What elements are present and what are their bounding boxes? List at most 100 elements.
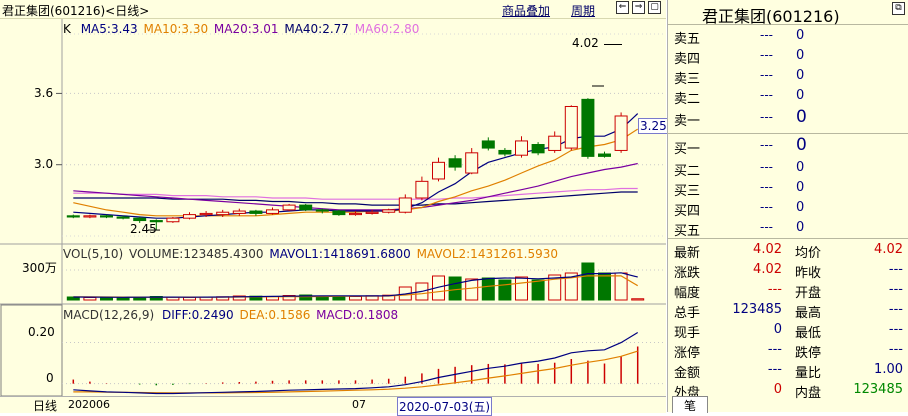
stat-value-left: 0 <box>773 382 782 397</box>
stat-value-left: 4.02 <box>753 262 782 277</box>
volume-bar <box>598 272 611 301</box>
candle-body <box>614 115 628 151</box>
candle-body <box>465 152 479 174</box>
overlay-menu-link[interactable]: 商品叠加 <box>502 2 550 19</box>
volume-bar <box>581 262 595 301</box>
candle-body <box>581 98 595 157</box>
stat-value-right: --- <box>888 262 903 277</box>
stat-value-left: 0 <box>773 322 782 337</box>
x-mid-label: 07 <box>352 398 366 411</box>
volume-bar <box>531 279 545 301</box>
stat-value-right: 1.00 <box>874 362 903 377</box>
candle-body <box>199 212 213 216</box>
bid-price: --- <box>760 220 773 234</box>
bid-volume: 0 <box>796 160 805 175</box>
min-price-label: 2.45 <box>130 222 157 236</box>
quote-header: 君正集团(601216) ⧉ <box>668 0 908 26</box>
ma5-line <box>73 113 639 219</box>
candle-body <box>282 204 296 211</box>
candle-body <box>498 149 512 155</box>
ma40-value: MA40:2.77 <box>284 22 349 36</box>
stat-value-left: --- <box>767 282 782 297</box>
candle-body <box>415 180 429 199</box>
ma60-value: MA60:2.80 <box>354 22 420 36</box>
candle-body <box>481 140 495 149</box>
bid-level-label: 买五 <box>674 224 701 239</box>
stat-row: 涨停 --- 跌停 --- <box>668 340 908 361</box>
candle-body <box>382 209 396 213</box>
bid-volume: 0 <box>796 200 805 215</box>
ma20-value: MA20:3.01 <box>213 22 279 36</box>
bid-volume: 0 <box>796 180 805 195</box>
candle-body <box>349 212 362 216</box>
bid-price: --- <box>760 200 773 214</box>
chart-area[interactable] <box>0 0 666 412</box>
candle-body <box>365 211 379 214</box>
tab-trades-label: 笔 <box>683 399 696 413</box>
stat-value-left: 123485 <box>732 302 782 317</box>
max-price-label: 4.02 <box>572 36 599 50</box>
copy-icon[interactable]: ⧉ <box>892 2 905 15</box>
mavol1-value: MAVOL1:1418691.6800 <box>269 247 411 261</box>
cursor-date-tag: 2020-07-03(五) <box>397 397 493 416</box>
prev-arrow-icon[interactable]: ⇐ <box>616 1 629 14</box>
ma20-line <box>73 162 638 211</box>
stat-row: 涨跌 4.02 昨收 --- <box>668 260 908 281</box>
tab-trades[interactable]: 笔 <box>672 396 708 413</box>
x-axis: 日线 202006 07 2020-07-03(五) <box>0 396 666 416</box>
sell-row: 卖五 --- 0 <box>668 26 908 47</box>
candle-body <box>299 204 313 211</box>
bid-price: --- <box>760 138 773 152</box>
quote-title: 君正集团(601216) <box>702 7 840 26</box>
candle-body <box>232 210 246 214</box>
macd-y-tick-0: 0 <box>46 371 54 385</box>
buy-row: 买三 --- 0 <box>668 178 908 199</box>
volume-bar <box>631 298 645 301</box>
stat-label-left: 涨跌 <box>674 266 701 281</box>
period-label[interactable]: 日线 <box>33 397 57 414</box>
ask-volume: 0 <box>796 88 805 103</box>
stat-label-right: 跌停 <box>795 346 822 361</box>
y-tick-3-6: 3.6 <box>34 86 54 100</box>
next-arrow-icon[interactable]: ⇒ <box>632 1 645 14</box>
diff-value: DIFF:0.2490 <box>161 308 234 322</box>
title-bar: 君正集团(601216)<日线> 商品叠加 周期 ⇐ ⇒ ▢ <box>0 0 666 19</box>
candle-body <box>249 210 263 214</box>
candle-body <box>332 210 346 216</box>
volume-bar <box>498 279 512 301</box>
candle-body <box>598 153 611 157</box>
candle-body <box>564 105 578 149</box>
stat-label-left: 幅度 <box>674 286 701 301</box>
sell-row: 卖一 --- 0 <box>668 107 908 129</box>
current-price-tag: 3.25 <box>638 118 669 134</box>
volume-bar <box>614 272 628 301</box>
layout-icon[interactable]: ▢ <box>648 1 661 14</box>
macd-value: MACD:0.1808 <box>316 308 399 322</box>
stock-title: 君正集团(601216)<日线> <box>2 4 150 18</box>
candle-body <box>448 158 462 168</box>
dea-line <box>73 350 638 394</box>
stat-label-left: 总手 <box>674 306 701 321</box>
volume-bar <box>349 296 362 301</box>
x-start-label: 202006 <box>68 398 110 411</box>
stat-label-right: 最高 <box>795 306 822 321</box>
candle-body <box>66 215 80 218</box>
stat-label-right: 开盘 <box>795 286 822 301</box>
ask-price: --- <box>760 110 773 124</box>
kline-chart[interactable] <box>0 0 666 412</box>
stat-row: 幅度 --- 开盘 --- <box>668 280 908 301</box>
bid-level-label: 买三 <box>674 184 701 199</box>
candle-body <box>100 215 113 218</box>
period-menu-link[interactable]: 周期 <box>571 2 595 19</box>
ask-price: --- <box>760 88 773 102</box>
macd-y-tick-0-20: 0.20 <box>28 325 55 339</box>
y-tick-3-0: 3.0 <box>34 157 54 171</box>
candle-body <box>216 211 230 216</box>
candle-body <box>183 214 196 219</box>
buy-row: 买四 --- 0 <box>668 198 908 219</box>
ask-level-label: 卖四 <box>674 52 701 67</box>
stat-value-right: --- <box>888 342 903 357</box>
stat-label-right: 均价 <box>795 246 822 261</box>
stat-label-left: 金额 <box>674 366 701 381</box>
ma10-value: MA10:3.30 <box>143 22 209 36</box>
